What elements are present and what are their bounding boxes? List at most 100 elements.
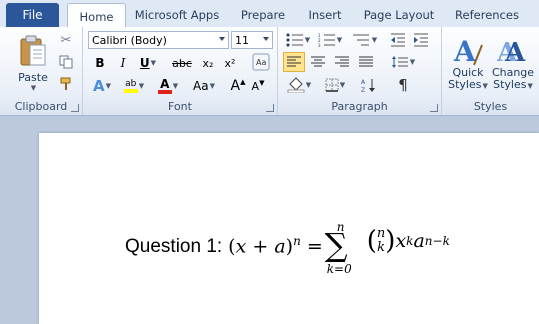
align-right-button[interactable] <box>331 52 353 72</box>
equation-rhs: ( nk ) x k a n−k <box>366 226 450 256</box>
quick-styles-icon: A <box>453 35 483 67</box>
chevron-down-icon: ▼ <box>371 36 378 44</box>
format-painter-icon[interactable] <box>58 76 74 92</box>
paste-label: Paste <box>18 71 48 84</box>
quick-styles-label-line2: Styles▼ <box>448 77 488 91</box>
font-color-icon: A <box>157 78 172 94</box>
highlight-icon: ab <box>123 79 138 93</box>
chevron-down-icon <box>263 37 269 41</box>
paste-icon <box>20 35 46 66</box>
align-center-icon <box>311 56 325 67</box>
chevron-down-icon: ▼ <box>105 82 111 90</box>
summation: n ∑ k=0 <box>323 220 363 282</box>
clear-formatting-button[interactable]: Aa <box>251 52 271 72</box>
change-styles-icon: AA <box>497 38 526 67</box>
increase-indent-icon <box>414 33 428 47</box>
decrease-indent-button[interactable] <box>388 31 408 49</box>
chevron-down-icon: ▼ <box>482 81 488 90</box>
paragraph-group: ▼ 1 2 3 ▼ ▼ ▼ ▼ ▼ A Z ¶ Paragraph <box>278 27 442 115</box>
font-name-combo[interactable]: Calibri (Body) <box>88 31 229 49</box>
question-line[interactable]: Question 1: (x + a)n = n ∑ k=0 ( nk ) xk… <box>125 220 450 282</box>
paint-bucket-icon <box>287 77 305 93</box>
numbering-button[interactable]: 1 2 3 ▼ <box>315 31 345 49</box>
multilevel-list-button[interactable]: ▼ <box>347 31 381 49</box>
font-name-value: Calibri (Body) <box>92 33 167 47</box>
italic-button[interactable]: I <box>114 54 132 72</box>
decrease-indent-icon <box>391 33 405 47</box>
bold-button[interactable]: B <box>91 54 109 72</box>
svg-text:A: A <box>361 79 366 86</box>
svg-text:Aa: Aa <box>256 58 266 67</box>
chevron-down-icon: ▼ <box>138 82 145 90</box>
question-label: Question 1: <box>125 236 223 257</box>
shrink-font-button[interactable]: A ▼ <box>249 76 267 96</box>
tab-insert[interactable]: Insert <box>300 3 350 27</box>
align-right-icon <box>335 56 349 67</box>
change-styles-button[interactable]: AA Change Styles▼ <box>490 30 536 96</box>
grow-font-button[interactable]: A ▲ <box>229 76 247 96</box>
styles-group-label: Styles <box>473 100 508 113</box>
multilevel-list-icon <box>352 34 369 46</box>
sort-icon: AZ <box>361 79 375 93</box>
tab-home[interactable]: Home <box>67 3 126 29</box>
clipboard-launcher-icon[interactable] <box>71 104 79 112</box>
svg-text:A: A <box>453 35 477 67</box>
ribbon-tab-bar: File Home Microsoft Apps Prepare Insert … <box>0 0 539 29</box>
tab-page-layout[interactable]: Page Layout <box>359 3 439 27</box>
chevron-down-icon: ▼ <box>527 81 533 90</box>
quick-styles-button[interactable]: A Quick Styles▼ <box>446 30 490 96</box>
highlight-button[interactable]: ab ▼ <box>120 76 148 96</box>
styles-group: A Quick Styles▼ AA Change Styles▼ Styles <box>442 27 539 115</box>
chevron-down-icon: ▼ <box>304 36 311 44</box>
paste-button[interactable]: Paste ▼ <box>14 31 52 95</box>
sort-button[interactable]: AZ <box>358 75 380 95</box>
tab-references[interactable]: References <box>447 3 527 27</box>
justify-icon <box>359 56 373 67</box>
cut-icon[interactable]: ✂ <box>58 32 74 48</box>
bullets-icon <box>286 33 303 47</box>
paragraph-launcher-icon[interactable] <box>430 104 438 112</box>
increase-indent-button[interactable] <box>411 31 431 49</box>
tab-file[interactable]: File <box>6 3 59 27</box>
bullets-button[interactable]: ▼ <box>283 31 313 49</box>
clipboard-group-label: Clipboard <box>14 100 68 113</box>
font-size-combo[interactable]: 11 <box>231 31 273 49</box>
svg-text:A: A <box>504 38 526 67</box>
borders-button[interactable]: ▼ <box>319 75 351 95</box>
clear-formatting-icon: Aa <box>252 53 270 71</box>
font-size-value: 11 <box>235 33 249 47</box>
change-styles-label-line2: Styles▼ <box>493 77 533 91</box>
chevron-down-icon <box>219 37 225 41</box>
text-effects-button[interactable]: A ▼ <box>91 76 113 96</box>
sum-lower-limit: k=0 <box>326 262 352 276</box>
svg-text:3: 3 <box>318 43 321 47</box>
copy-icon[interactable] <box>58 54 74 70</box>
shading-button[interactable]: ▼ <box>283 75 315 95</box>
strikethrough-button[interactable]: abc <box>170 54 194 72</box>
superscript-button[interactable]: x² <box>220 54 240 72</box>
chevron-down-icon: ▼ <box>150 59 157 67</box>
underline-label: U <box>139 56 150 70</box>
equation-lhs: (x + a)n = <box>228 234 323 258</box>
chevron-down-icon: ▼ <box>172 82 179 90</box>
tab-microsoft-apps[interactable]: Microsoft Apps <box>130 3 224 27</box>
align-center-button[interactable] <box>307 52 329 72</box>
svg-text:Z: Z <box>361 87 365 93</box>
font-color-button[interactable]: A ▼ <box>155 76 181 96</box>
ribbon: Paste ▼ ✂ Clipboard Calibri (Body) 11 B … <box>0 27 539 116</box>
line-spacing-button[interactable]: ▼ <box>388 52 418 72</box>
chevron-down-icon: ▼ <box>409 58 416 66</box>
change-case-button[interactable]: Aa ▼ <box>191 76 217 96</box>
align-left-button[interactable] <box>283 52 305 72</box>
borders-icon <box>325 78 339 92</box>
text-effects-icon: A <box>93 77 105 95</box>
font-launcher-icon[interactable] <box>266 104 274 112</box>
pilcrow-icon[interactable]: ¶ <box>392 75 414 95</box>
justify-button[interactable] <box>355 52 377 72</box>
underline-button[interactable]: U ▼ <box>136 54 160 72</box>
tab-prepare[interactable]: Prepare <box>233 3 293 27</box>
binomial: nk <box>376 226 386 255</box>
chevron-down-icon: ▼ <box>209 82 215 90</box>
subscript-button[interactable]: x₂ <box>198 54 218 72</box>
chevron-down-icon: ▼ <box>305 81 312 89</box>
